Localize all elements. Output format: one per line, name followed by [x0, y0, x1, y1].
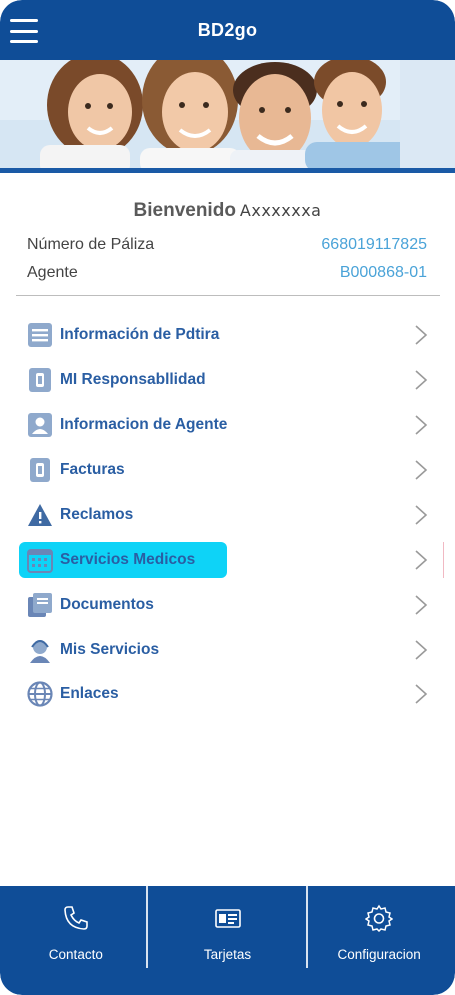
- agent-icon: [26, 636, 54, 664]
- menu-item-enlaces[interactable]: Enlaces: [18, 674, 442, 714]
- menu-item-documentos[interactable]: Documentos: [18, 585, 442, 625]
- nav-contacto-button[interactable]: Contacto: [0, 886, 152, 995]
- agent-row: Agente B000868-01: [27, 264, 427, 282]
- policy-row: Número de Páliza 668019117825: [27, 236, 427, 254]
- nav-contacto-label: Contacto: [48, 947, 103, 962]
- globe-icon: [26, 680, 54, 708]
- menu-item-label: Reclamos: [60, 506, 134, 523]
- policy-label: Número de Páliza: [27, 236, 155, 253]
- nav-tarjetas-label: Tarjetas: [203, 947, 252, 962]
- welcome-line: Bienvenido Axxxxxxa: [0, 200, 455, 222]
- chevron-right-icon: [415, 415, 428, 435]
- warning-icon: [26, 501, 54, 529]
- app-header: BD2go: [0, 0, 455, 60]
- menu-item-mis-servicios[interactable]: Mis Servicios: [18, 630, 442, 670]
- menu-item-label: Facturas: [60, 461, 125, 478]
- nav-separator: [306, 886, 308, 968]
- chevron-right-icon: [415, 370, 428, 390]
- menu-item-label: Mis Servicios: [60, 641, 160, 658]
- menu-item-servicios-medicos[interactable]: Servicios Medicos: [18, 540, 444, 580]
- policy-number: 668019117825: [321, 236, 427, 253]
- app-title: BD2go: [197, 19, 258, 40]
- chevron-right-icon: [415, 505, 428, 525]
- welcome-username: Axxxxxxa: [239, 201, 322, 220]
- menu-item-reclamos[interactable]: Reclamos: [18, 495, 442, 535]
- menu-item-label: MI Responsabllidad: [60, 371, 206, 388]
- section-divider: [16, 295, 440, 296]
- menu-item-label: Servicios Medicos: [60, 551, 196, 568]
- invoice-icon: [26, 456, 54, 484]
- menu-item-label: Documentos: [60, 596, 154, 613]
- gear-icon: [365, 904, 394, 932]
- hamburger-icon[interactable]: [10, 19, 38, 43]
- id-card-icon: [26, 366, 54, 394]
- hero-family-photo: [0, 60, 455, 168]
- menu-item-informacion-agente[interactable]: Informacion de Agente: [18, 405, 442, 445]
- chevron-right-icon: [415, 325, 428, 345]
- chevron-right-icon: [415, 460, 428, 480]
- phone-icon: [64, 906, 88, 930]
- chevron-right-icon: [415, 640, 428, 660]
- app-screen: BD2go Bienvenido Axxxxxxa Número de Páli…: [0, 0, 455, 995]
- documents-icon: [26, 591, 54, 619]
- nav-tarjetas-button[interactable]: Tarjetas: [152, 886, 304, 995]
- menu-item-informacion-poliza[interactable]: Información de Pdtira: [18, 315, 442, 355]
- menu-item-label: Información de Pdtira: [60, 326, 220, 343]
- hero-divider-bar: [0, 168, 455, 173]
- calendar-icon: [26, 546, 54, 574]
- menu-item-label: Informacion de Agente: [60, 416, 228, 433]
- chevron-right-icon: [415, 595, 428, 615]
- menu-item-facturas[interactable]: Facturas: [18, 450, 442, 490]
- menu-item-label: Enlaces: [60, 685, 119, 702]
- chevron-right-icon: [415, 550, 428, 570]
- bottom-nav: Contacto Tarjetas Configuracion: [0, 886, 455, 995]
- document-icon: [26, 321, 54, 349]
- nav-separator: [146, 886, 148, 968]
- menu-item-mi-responsabilidad[interactable]: MI Responsabllidad: [18, 360, 442, 400]
- id-card-icon: [214, 909, 241, 928]
- agent-code: B000868-01: [339, 264, 427, 281]
- user-icon: [26, 411, 54, 439]
- chevron-right-icon: [415, 684, 428, 704]
- agent-label: Agente: [27, 264, 78, 281]
- nav-configuracion-button[interactable]: Configuracion: [303, 886, 455, 995]
- nav-configuracion-label: Configuracion: [337, 947, 421, 962]
- welcome-greeting: Bienvenido: [133, 200, 236, 221]
